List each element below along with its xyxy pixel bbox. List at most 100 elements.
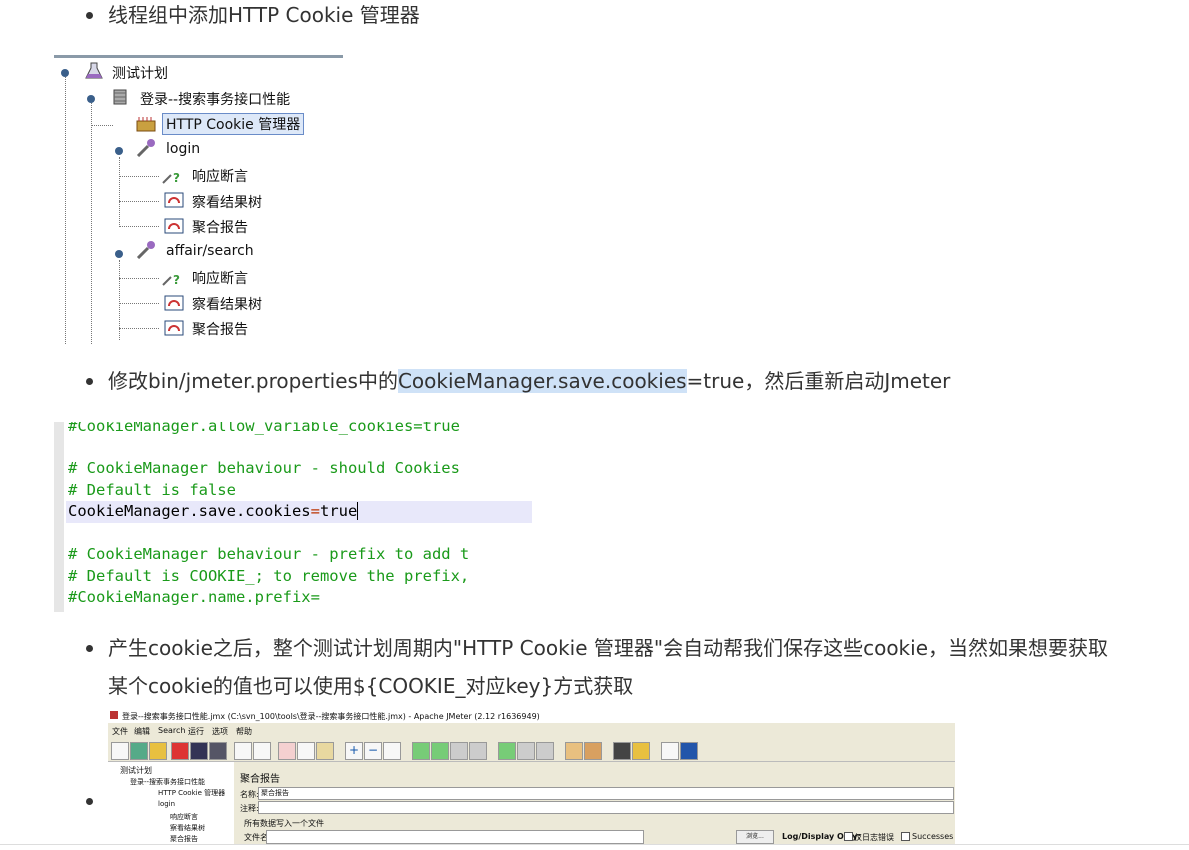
save-as-icon[interactable] — [209, 742, 227, 760]
tree-item-aggregate-report[interactable]: 聚合报告 — [192, 319, 248, 339]
tree-item[interactable]: HTTP Cookie 管理器 — [158, 788, 225, 798]
reset-search-icon[interactable] — [632, 742, 650, 760]
tree-item-thread-group[interactable]: 登录--搜索事务接口性能 — [140, 89, 290, 109]
file-label: 文件名 — [244, 833, 268, 842]
stop-icon[interactable] — [450, 742, 468, 760]
clear-all-icon[interactable] — [584, 742, 602, 760]
toggle-icon[interactable] — [383, 742, 401, 760]
divider — [0, 844, 1189, 845]
save-icon[interactable] — [190, 742, 208, 760]
jmeter-window-screenshot: 登录--搜索事务接口性能.jmx (C:\svn_100\tools\登录--搜… — [108, 709, 955, 845]
name-field[interactable]: 聚合报告 — [258, 787, 954, 800]
function-helper-icon[interactable] — [661, 742, 679, 760]
bullet-text-1: 线程组中添加HTTP Cookie 管理器 — [108, 3, 420, 27]
bullet-dot — [86, 12, 93, 19]
panel-title: 聚合报告 — [240, 774, 280, 785]
tree-item-http-cookie-manager[interactable]: HTTP Cookie 管理器 — [162, 113, 305, 135]
spool-icon — [113, 89, 127, 105]
cut-icon[interactable] — [278, 742, 296, 760]
bullet-text-2: 修改bin/jmeter.properties中的CookieManager.s… — [108, 363, 950, 400]
tree-item-affair-search[interactable]: affair/search — [166, 243, 254, 259]
successes-checkbox[interactable] — [901, 832, 910, 841]
tree-item-result-tree[interactable]: 察看结果树 — [192, 294, 262, 314]
section-label: 所有数据写入一个文件 — [244, 819, 324, 828]
tree-item-aggregate-report[interactable]: 聚合报告 — [192, 217, 248, 237]
tree-item-assertion[interactable]: 响应断言 — [192, 166, 248, 186]
tree-item-test-plan[interactable]: 测试计划 — [112, 63, 168, 83]
window-title: 登录--搜索事务接口性能.jmx (C:\svn_100\tools\登录--搜… — [108, 709, 955, 723]
bullet-text-3: 产生cookie之后，整个测试计划周期内"HTTP Cookie 管理器"会自动… — [108, 636, 1108, 660]
expand-handle[interactable] — [87, 95, 95, 103]
dropper-icon — [136, 241, 155, 259]
expand-handle[interactable] — [115, 250, 123, 258]
name-label: 名称: — [240, 790, 259, 799]
code-line: # CookieManager behaviour - should Cooki… — [68, 459, 460, 477]
tree-item[interactable]: 测试计划 — [120, 765, 152, 776]
tree-item[interactable]: 登录--搜索事务接口性能 — [130, 777, 205, 787]
listener-icon — [164, 192, 184, 208]
comment-label: 注释: — [240, 804, 259, 813]
menu-item[interactable]: 运行 — [188, 726, 204, 737]
code-line-active: CookieManager.save.cookies=true — [68, 502, 359, 520]
jmeter-tree-screenshot: 测试计划 登录--搜索事务接口性能 HTTP Cookie 管理器 login … — [54, 55, 343, 344]
bullet-dot — [86, 378, 93, 385]
expand-handle[interactable] — [115, 147, 123, 155]
listener-icon — [164, 295, 184, 311]
errors-checkbox[interactable] — [844, 832, 853, 841]
shutdown-icon[interactable] — [469, 742, 487, 760]
assertion-icon: ? — [162, 171, 180, 185]
menu-item[interactable]: 帮助 — [236, 726, 252, 737]
menu-item[interactable]: 选项 — [212, 726, 228, 737]
search-icon[interactable] — [613, 742, 631, 760]
listener-icon — [164, 320, 184, 336]
svg-text:?: ? — [173, 171, 180, 185]
bullet-dot — [86, 645, 93, 652]
redo-icon[interactable] — [253, 742, 271, 760]
tree-item[interactable]: 察看结果树 — [170, 823, 205, 833]
tree-item-login[interactable]: login — [166, 141, 200, 157]
tree-item[interactable]: login — [158, 800, 175, 808]
comment-field[interactable] — [258, 801, 954, 814]
dropper-icon — [136, 139, 155, 157]
help-icon[interactable] — [680, 742, 698, 760]
new-icon[interactable] — [111, 742, 129, 760]
cookie-manager-icon — [136, 117, 156, 132]
flask-icon — [85, 62, 103, 79]
expand-icon[interactable]: + — [345, 742, 363, 760]
menu-item[interactable]: 编辑 — [134, 726, 150, 737]
browse-button[interactable]: 浏览... — [736, 830, 774, 844]
templates-icon[interactable] — [130, 742, 148, 760]
start-no-pause-icon[interactable] — [431, 742, 449, 760]
errors-label: 仅日志错误 — [854, 833, 894, 842]
close-icon[interactable] — [171, 742, 189, 760]
code-line: # Default is false — [68, 481, 236, 499]
aggregate-report-panel: 聚合报告 名称: 聚合报告 注释: 所有数据写入一个文件 文件名 浏览... L… — [236, 762, 955, 845]
menu-bar: 文件 编辑 Search 运行 选项 帮助 — [108, 724, 955, 738]
remote-stop-icon[interactable] — [517, 742, 535, 760]
remote-shutdown-icon[interactable] — [536, 742, 554, 760]
copy-icon[interactable] — [297, 742, 315, 760]
assertion-icon: ? — [162, 273, 180, 287]
bullet-dot — [86, 798, 93, 805]
tree-item[interactable]: 响应断言 — [170, 812, 198, 822]
tree-item-assertion[interactable]: 响应断言 — [192, 268, 248, 288]
file-name-field[interactable] — [266, 830, 644, 844]
jmeter-tree-panel: 测试计划 登录--搜索事务接口性能 HTTP Cookie 管理器 login … — [108, 762, 234, 845]
expand-handle[interactable] — [61, 69, 69, 77]
code-line: #CookieManager.allow_variable_cookies=tr… — [68, 422, 460, 435]
undo-icon[interactable] — [234, 742, 252, 760]
tree-item[interactable]: 聚合报告 — [170, 834, 198, 844]
tree-item-result-tree[interactable]: 察看结果树 — [192, 192, 262, 212]
clear-icon[interactable] — [565, 742, 583, 760]
bullet-text-2-a: 修改bin/jmeter.properties中的 — [108, 369, 398, 393]
open-icon[interactable] — [149, 742, 167, 760]
properties-file-screenshot: #CookieManager.allow_variable_cookies=tr… — [54, 422, 534, 612]
paste-icon[interactable] — [316, 742, 334, 760]
successes-label: Successes — [912, 832, 954, 841]
menu-item[interactable]: 文件 — [112, 726, 128, 737]
svg-text:?: ? — [173, 273, 180, 287]
collapse-icon[interactable]: − — [364, 742, 382, 760]
remote-start-icon[interactable] — [498, 742, 516, 760]
start-icon[interactable] — [412, 742, 430, 760]
menu-item[interactable]: Search — [158, 726, 185, 735]
